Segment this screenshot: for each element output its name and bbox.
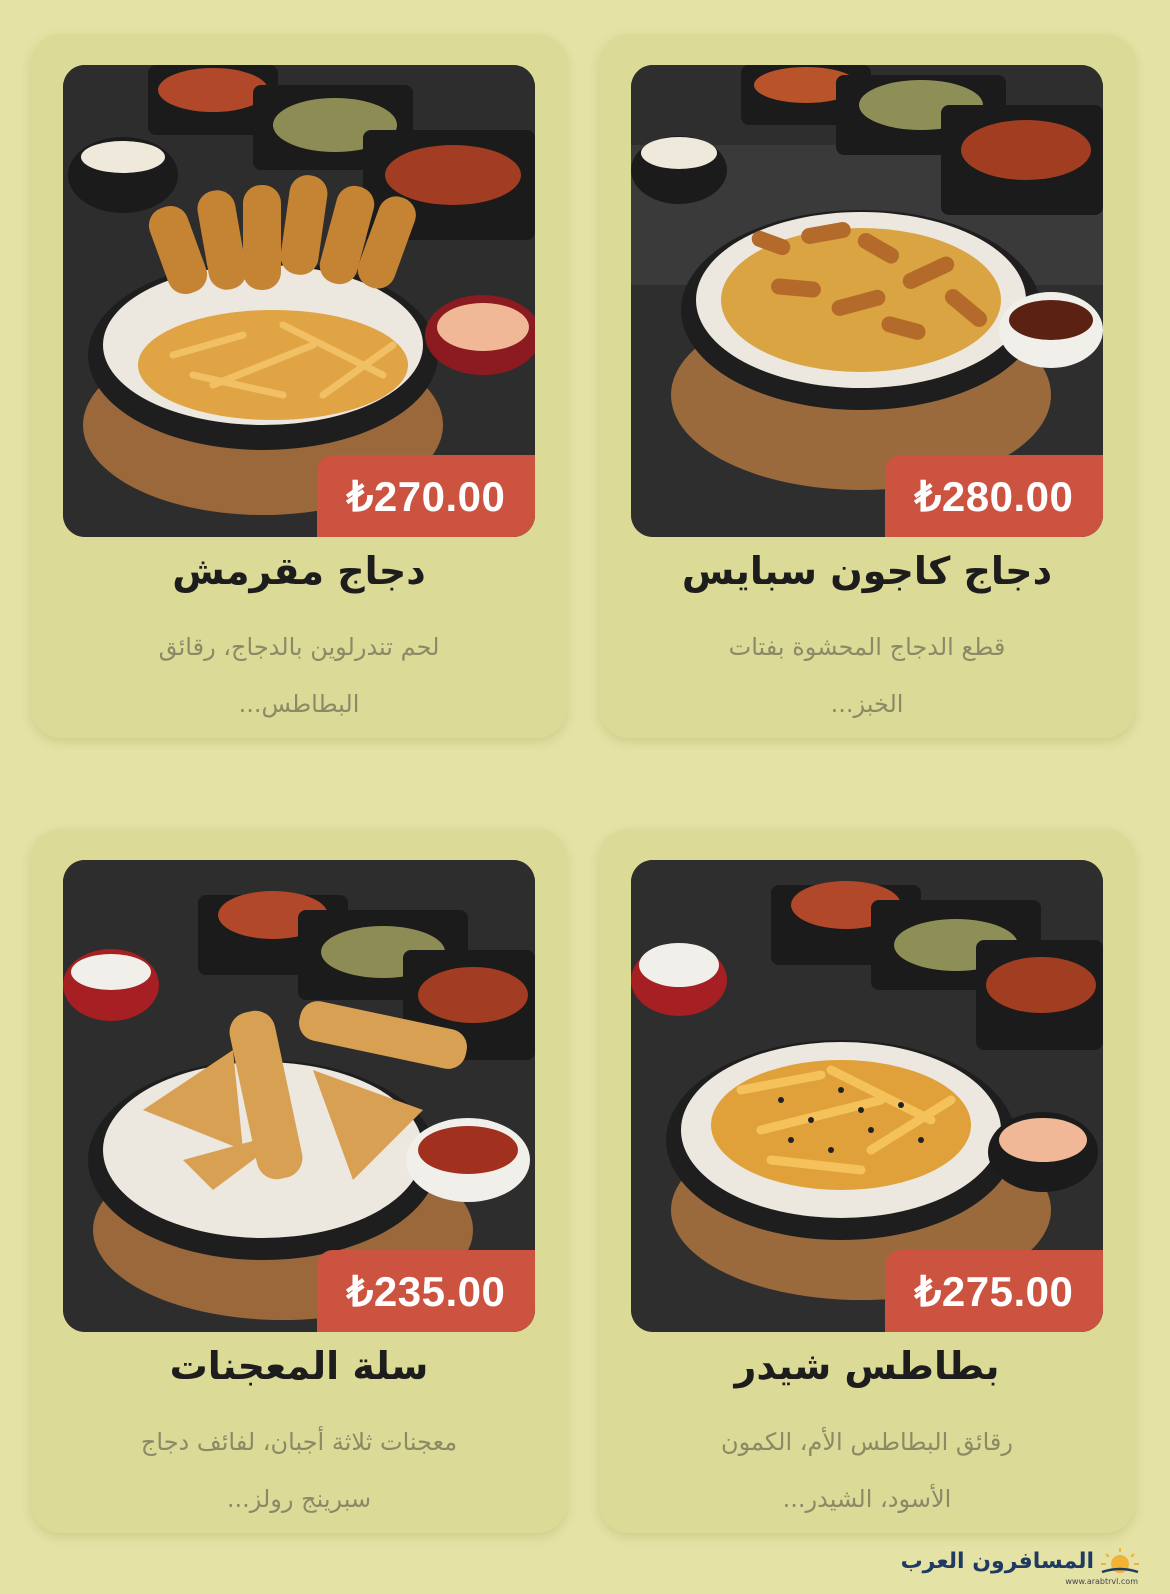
description-line: معجنات ثلاثة أجبان، لفائف دجاج [140,1428,458,1456]
item-title[interactable]: بطاطس شيدر [599,1344,1135,1388]
price-tag: ₺275.00 [885,1250,1103,1332]
description-line: البطاطس... [238,690,360,718]
food-photo[interactable]: ₺235.00 [63,860,535,1332]
item-title[interactable]: دجاج مقرمش [31,549,567,593]
item-description: رقائق البطاطس الأم، الكمون الأسود، الشيد… [659,1414,1075,1528]
menu-card[interactable]: ₺270.00 دجاج مقرمش لحم تندرلوين بالدجاج،… [31,34,567,738]
watermark-url: www.arabtrvl.com [1065,1577,1138,1586]
food-photo[interactable]: ₺270.00 [63,65,535,537]
item-description: معجنات ثلاثة أجبان، لفائف دجاج سبرينج رو… [91,1414,507,1528]
food-photo[interactable]: ₺275.00 [631,860,1103,1332]
description-line: الأسود، الشيدر... [782,1485,952,1513]
price-tag: ₺280.00 [885,455,1103,537]
description-line: سبرينج رولز... [226,1485,372,1513]
menu-card[interactable]: ₺275.00 بطاطس شيدر رقائق البطاطس الأم، ا… [599,829,1135,1533]
price-tag: ₺235.00 [317,1250,535,1332]
watermark: المسافرون العرب www.arabtrvl.com [900,1546,1142,1586]
menu-card[interactable]: ₺235.00 سلة المعجنات معجنات ثلاثة أجبان،… [31,829,567,1533]
food-photo[interactable]: ₺280.00 [631,65,1103,537]
sun-plane-logo-icon [1101,1548,1139,1574]
price-tag: ₺270.00 [317,455,535,537]
description-line: لحم تندرلوين بالدجاج، رقائق [158,633,440,661]
menu-card[interactable]: ₺280.00 دجاج كاجون سبايس قطع الدجاج المح… [599,34,1135,738]
description-line: قطع الدجاج المحشوة بفتات [728,633,1006,661]
description-line: رقائق البطاطس الأم، الكمون [721,1428,1013,1456]
item-description: قطع الدجاج المحشوة بفتات الخبز... [659,619,1075,733]
description-line: الخبز... [830,690,904,718]
item-title[interactable]: دجاج كاجون سبايس [599,549,1135,593]
item-title[interactable]: سلة المعجنات [31,1344,567,1388]
watermark-text: المسافرون العرب [900,1548,1094,1574]
item-description: لحم تندرلوين بالدجاج، رقائق البطاطس... [91,619,507,733]
